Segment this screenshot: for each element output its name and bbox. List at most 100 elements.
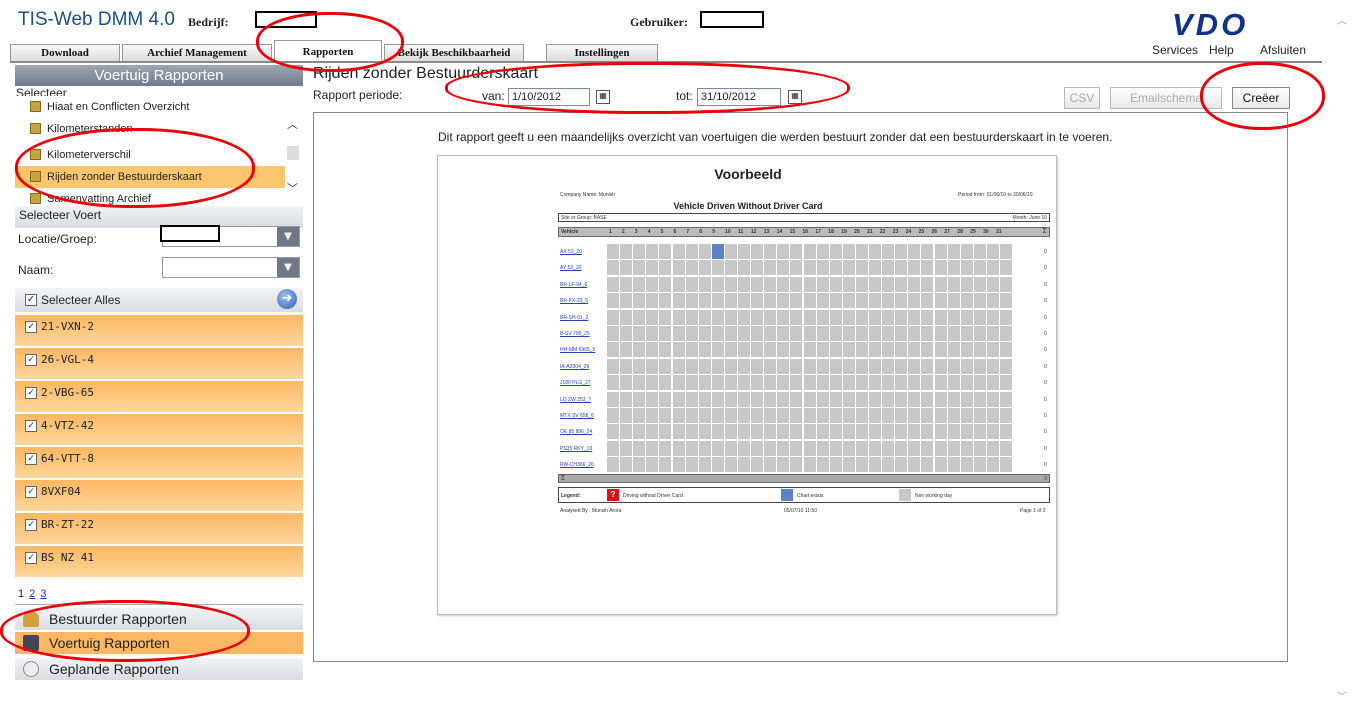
- app-title: TIS-Web DMM 4.0: [18, 9, 175, 30]
- scroll-thumb[interactable]: [287, 146, 299, 160]
- grid-cell: [895, 342, 908, 358]
- preview-vehicle-link[interactable]: AX 53_20: [560, 249, 582, 255]
- accordion-scheduled-reports[interactable]: Geplande Rapporten: [15, 658, 303, 680]
- grid-cell: [803, 342, 816, 358]
- grid-cell: [607, 342, 619, 358]
- vehicle-checkbox[interactable]: ✓: [25, 387, 37, 399]
- user-field[interactable]: [700, 11, 764, 28]
- vehicle-checkbox[interactable]: ✓: [25, 552, 37, 564]
- grid-cell: [829, 457, 842, 473]
- preview-vehicle-link[interactable]: BR-LF-94_6: [560, 282, 587, 288]
- vehicle-item[interactable]: ✓ BR-ZT-22: [15, 512, 303, 544]
- grid-cell: [777, 293, 790, 309]
- preview-vehicle-link[interactable]: BR-SH-51_2: [560, 315, 588, 321]
- vehicle-item[interactable]: ✓ 26-VGL-4: [15, 347, 303, 379]
- grid-cell: [764, 424, 777, 440]
- grid-cell: [842, 326, 855, 341]
- tab-settings[interactable]: Instellingen: [546, 44, 658, 62]
- preview-vehicle-link[interactable]: MTX SV 658_6: [560, 413, 594, 419]
- vehicle-checkbox[interactable]: ✓: [25, 453, 37, 465]
- grid-cell: [986, 293, 999, 309]
- tab-download[interactable]: Download: [10, 44, 120, 62]
- grid-cell: [855, 276, 868, 292]
- name-select[interactable]: ▼: [162, 257, 300, 278]
- grid-cell: [829, 391, 842, 407]
- page-3-link[interactable]: 3: [40, 588, 46, 600]
- vehicle-item[interactable]: ✓ 8VXF04: [15, 479, 303, 511]
- services-link[interactable]: Services: [1152, 43, 1198, 57]
- select-all-checkbox[interactable]: ✓: [25, 294, 37, 306]
- chevron-down-icon[interactable]: ▼: [277, 227, 299, 246]
- chevron-up-icon[interactable]: ︿: [1337, 12, 1347, 27]
- vehicle-item[interactable]: ✓ BS NZ 41: [15, 545, 303, 577]
- grid-cell: [947, 375, 960, 391]
- vehicle-checkbox[interactable]: ✓: [25, 354, 37, 366]
- csv-button[interactable]: CSV: [1064, 87, 1100, 109]
- grid-cell: [724, 260, 737, 276]
- grid-cell: [960, 342, 973, 358]
- grid-cell: [895, 375, 908, 391]
- preview-vehicle-link[interactable]: J180 PLG_27: [560, 380, 591, 386]
- vehicle-item[interactable]: ✓ 4-VTZ-42: [15, 413, 303, 445]
- grid-cell: [973, 309, 986, 325]
- preview-vehicle-link[interactable]: PS35 RKY_19: [560, 446, 592, 452]
- grid-cell: [882, 276, 895, 292]
- grid-cell: [738, 309, 750, 325]
- grid-cell: [607, 440, 619, 456]
- arrow-right-icon[interactable]: ➜: [277, 289, 297, 309]
- grid-cell: [620, 342, 633, 358]
- tab-archive-management[interactable]: Archief Management: [122, 44, 272, 62]
- preview-vehicle-link[interactable]: HH-MM 6905_5: [560, 347, 595, 353]
- chevron-up-icon[interactable]: ︿: [287, 116, 298, 132]
- vehicle-item[interactable]: ✓ 21-VXN-2: [15, 314, 303, 346]
- help-link[interactable]: Help: [1209, 43, 1234, 57]
- vehicle-item[interactable]: ✓ 2-VBG-65: [15, 380, 303, 412]
- grid-cell: [855, 293, 868, 309]
- page-1[interactable]: 1: [18, 588, 24, 600]
- preview-vehicle-link[interactable]: RW-CH366_26: [560, 462, 594, 468]
- tab-availability[interactable]: Bekijk Beschikbaarheid: [384, 44, 524, 62]
- vehicle-checkbox[interactable]: ✓: [25, 486, 37, 498]
- grid-cell: [777, 391, 790, 407]
- page-2-link[interactable]: 2: [29, 588, 35, 600]
- grid-cell: [633, 260, 646, 276]
- preview-vehicle-link[interactable]: AY 52_20: [560, 265, 582, 271]
- grid-cell: [685, 260, 698, 276]
- grid-cell: [607, 408, 619, 423]
- grid-cell: [672, 391, 685, 407]
- grid-cell: [869, 358, 881, 374]
- preview-title: Voorbeeld: [714, 166, 782, 182]
- grid-cell: [685, 309, 698, 325]
- report-item-gap-conflicts[interactable]: Hiaat en Conflicten Overzicht: [15, 96, 285, 118]
- grid-cell: [816, 260, 829, 276]
- grid-cell: [607, 293, 619, 309]
- preview-vehicle-link[interactable]: LO ZW 253_7: [560, 397, 591, 403]
- vehicle-checkbox[interactable]: ✓: [25, 321, 37, 333]
- grid-cell: [973, 408, 986, 423]
- vehicle-checkbox[interactable]: ✓: [25, 519, 37, 531]
- grid-cell: [882, 408, 895, 423]
- grid-cell: [921, 342, 934, 358]
- chevron-down-icon[interactable]: ﹀: [1337, 688, 1347, 703]
- select-all-row[interactable]: ✓ Selecteer Alles: [15, 288, 303, 312]
- chevron-down-icon[interactable]: ▼: [277, 258, 299, 277]
- logout-link[interactable]: Afsluiten: [1260, 43, 1306, 57]
- vehicle-checkbox[interactable]: ✓: [25, 420, 37, 432]
- legend-non-working: Non working day: [915, 493, 953, 499]
- grid-cell: [816, 276, 829, 292]
- preview-vehicle-link[interactable]: B-SV 790_25: [560, 331, 590, 337]
- preview-vehicle-link[interactable]: OE 95 896_24: [560, 429, 592, 435]
- grid-cell: [685, 457, 698, 473]
- day-header: 7: [686, 229, 690, 235]
- grid-cell: [869, 440, 881, 456]
- chevron-down-icon[interactable]: ﹀: [287, 180, 298, 196]
- report-list-scrollbar[interactable]: ︿ ﹀: [285, 104, 301, 200]
- grid-cell: [685, 391, 698, 407]
- grid-cell: [842, 309, 855, 325]
- grid-cell: [659, 326, 672, 341]
- preview-vehicle-link[interactable]: BR-PX-23_5: [560, 298, 588, 304]
- vehicle-item[interactable]: ✓ 64-VTT-8: [15, 446, 303, 478]
- preview-vehicle-link[interactable]: IA-A2004_29: [560, 364, 589, 370]
- grid-cell: [672, 293, 685, 309]
- grid-cell: [1000, 342, 1012, 358]
